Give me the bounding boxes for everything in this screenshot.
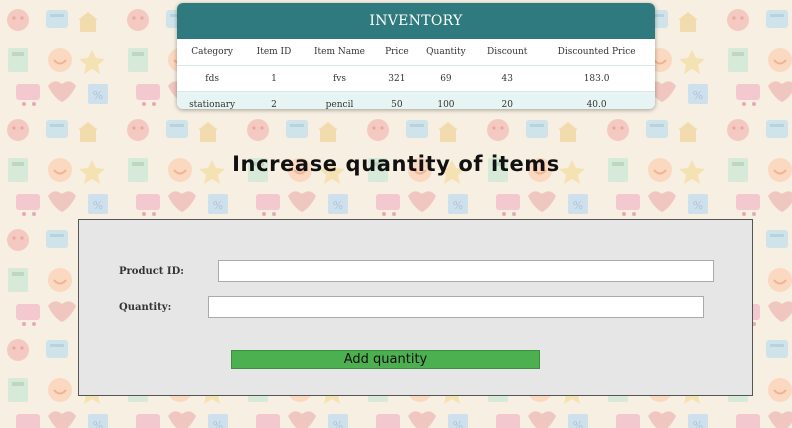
cell-quantity: 100 [415,91,477,109]
add-quantity-button[interactable]: Add quantity [231,350,540,369]
column-header-discounted-price: Discounted Price [538,39,655,66]
cell-quantity: 69 [415,65,477,92]
cell-discounted-price: 40.0 [538,91,655,109]
table-header-row: Category Item ID Item Name Price Quantit… [177,39,655,66]
cell-discount: 43 [476,65,539,92]
increase-quantity-form: Product ID: Quantity: Add quantity [78,219,753,396]
cell-item-name: fvs [300,65,379,92]
inventory-card: INVENTORY Category Item ID Item Name Pri… [177,3,655,109]
column-header-quantity: Quantity [415,39,477,66]
cell-price: 321 [378,65,416,92]
cell-item-name: pencil [300,91,379,109]
cell-price: 50 [378,91,416,109]
cell-discounted-price: 183.0 [538,65,655,92]
column-header-price: Price [378,39,416,66]
column-header-discount: Discount [476,39,539,66]
cell-category: fds [177,65,248,92]
quantity-label: Quantity: [119,302,172,313]
cell-discount: 20 [476,91,539,109]
page-heading: Increase quantity of items [232,152,560,176]
inventory-table: Category Item ID Item Name Price Quantit… [177,39,655,109]
product-id-input[interactable] [218,260,714,282]
cell-item-id: 1 [247,65,301,92]
column-header-item-id: Item ID [247,39,301,66]
inventory-title: INVENTORY [177,3,655,39]
quantity-input[interactable] [208,296,704,318]
column-header-category: Category [177,39,248,66]
table-row: fds 1 fvs 321 69 43 183.0 [177,65,655,92]
product-id-label: Product ID: [119,266,184,277]
column-header-item-name: Item Name [300,39,379,66]
table-row: stationary 2 pencil 50 100 20 40.0 [177,91,655,109]
cell-category: stationary [177,91,248,109]
cell-item-id: 2 [247,91,301,109]
